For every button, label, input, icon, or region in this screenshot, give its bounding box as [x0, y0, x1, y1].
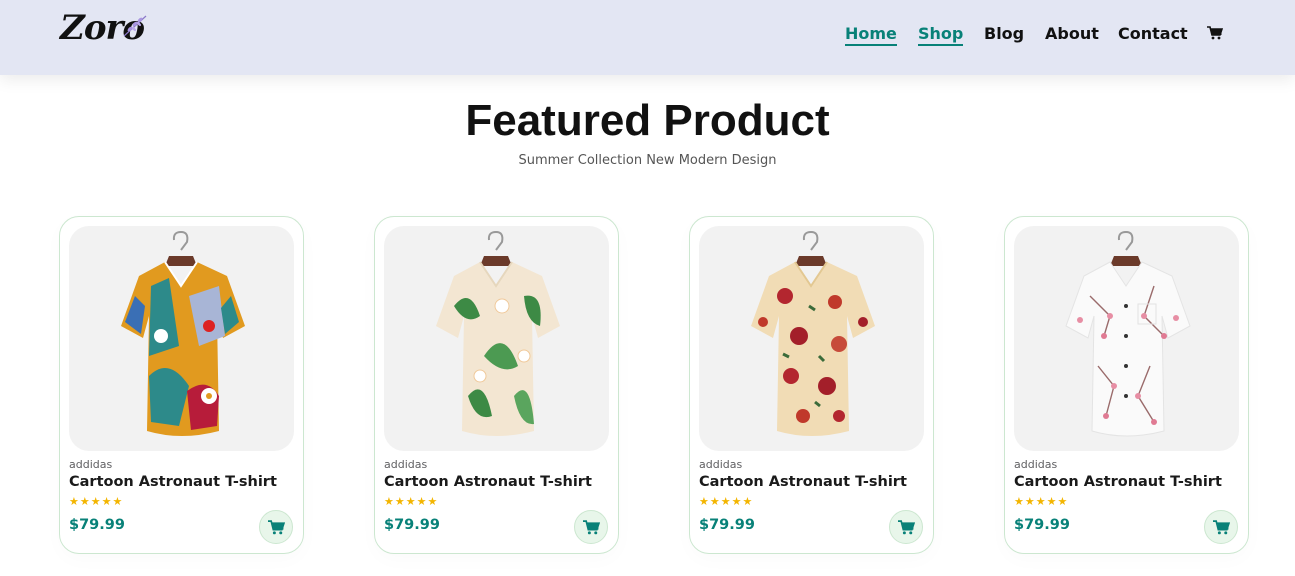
rating-stars: ★★★★★	[384, 495, 439, 508]
section-title: Featured Product	[465, 96, 830, 145]
cart-icon	[1213, 520, 1230, 535]
site-header: Zoro Home Shop Blog About Contact	[0, 0, 1295, 75]
product-name[interactable]: Cartoon Astronaut T-shirt	[69, 474, 277, 490]
shirt-image	[751, 231, 875, 436]
section-subtitle: Summer Collection New Modern Design	[518, 153, 777, 168]
add-to-cart-button[interactable]	[889, 510, 923, 544]
product-name[interactable]: Cartoon Astronaut T-shirt	[1014, 474, 1222, 490]
shirt-image	[1065, 231, 1191, 437]
product-brand: addidas	[384, 458, 428, 471]
product-price: $79.99	[699, 517, 755, 533]
shirt-image	[436, 231, 560, 436]
rating-stars: ★★★★★	[699, 495, 754, 508]
nav-shop[interactable]: Shop	[918, 22, 964, 46]
product-brand: addidas	[1014, 458, 1058, 471]
nav-about[interactable]: About	[1045, 22, 1099, 46]
product-name[interactable]: Cartoon Astronaut T-shirt	[384, 474, 592, 490]
cart-icon	[268, 520, 285, 535]
product-image[interactable]	[1014, 226, 1239, 451]
rating-stars: ★★★★★	[69, 495, 124, 508]
nav-home[interactable]: Home	[845, 22, 897, 46]
rating-stars: ★★★★★	[1014, 495, 1069, 508]
add-to-cart-button[interactable]	[259, 510, 293, 544]
add-to-cart-button[interactable]	[574, 510, 608, 544]
product-image[interactable]	[699, 226, 924, 451]
cart-icon	[898, 520, 915, 535]
product-brand: addidas	[69, 458, 113, 471]
product-image[interactable]	[384, 226, 609, 451]
cart-icon[interactable]	[1207, 26, 1223, 40]
product-card[interactable]: addidas Cartoon Astronaut T-shirt ★★★★★ …	[59, 216, 304, 554]
nav-contact[interactable]: Contact	[1118, 22, 1188, 46]
product-card[interactable]: addidas Cartoon Astronaut T-shirt ★★★★★ …	[374, 216, 619, 554]
add-to-cart-button[interactable]	[1204, 510, 1238, 544]
shirt-image	[121, 231, 245, 436]
nav-blog[interactable]: Blog	[984, 22, 1024, 46]
product-image[interactable]	[69, 226, 294, 451]
product-price: $79.99	[384, 517, 440, 533]
product-card[interactable]: addidas Cartoon Astronaut T-shirt ★★★★★ …	[1004, 216, 1249, 554]
cart-icon	[583, 520, 600, 535]
product-price: $79.99	[1014, 517, 1070, 533]
product-card[interactable]: addidas Cartoon Astronaut T-shirt ★★★★★ …	[689, 216, 934, 554]
lavender-icon	[123, 15, 147, 37]
product-name[interactable]: Cartoon Astronaut T-shirt	[699, 474, 907, 490]
product-brand: addidas	[699, 458, 743, 471]
product-price: $79.99	[69, 517, 125, 533]
